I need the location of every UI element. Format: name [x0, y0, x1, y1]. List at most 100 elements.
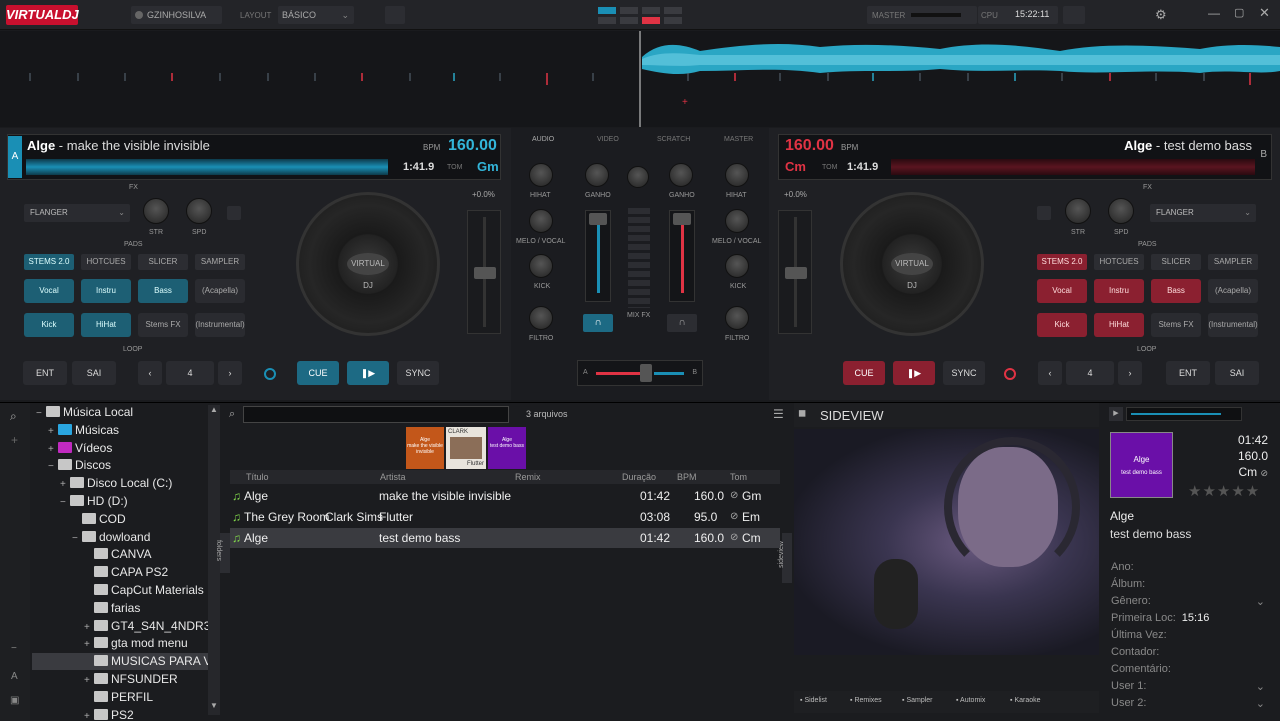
- deck-b-pitch-slider[interactable]: [778, 210, 812, 334]
- info-field[interactable]: User 1: ⌄: [1111, 680, 1271, 693]
- tree-item[interactable]: − Música Local: [36, 404, 133, 421]
- info-field[interactable]: Primeira Loc: 15:16: [1111, 612, 1271, 624]
- sideview-tab-sampler[interactable]: ▪ Sampler: [902, 697, 933, 704]
- folders-tab[interactable]: folders: [215, 533, 230, 573]
- deck-b-tab-sampler[interactable]: SAMPLER: [1208, 254, 1258, 270]
- tree-scroll-down-icon[interactable]: ▼: [210, 701, 218, 710]
- deck-a-tab-slicer[interactable]: SLICER: [138, 254, 188, 270]
- deck-a-pad-7[interactable]: Stems FX: [138, 313, 188, 337]
- tree-item[interactable]: MUSICAS PARA VIDEO: [32, 653, 220, 671]
- deck-b-letter[interactable]: B: [1260, 149, 1267, 160]
- table-row[interactable]: ♫ The Grey Room Clark Sims Flutter 03:08 95.0…: [230, 507, 780, 527]
- deck-a-pad-1[interactable]: Vocal: [24, 279, 74, 303]
- collapse-icon[interactable]: −: [11, 643, 17, 654]
- sideview-tab-remixes[interactable]: ▪ Remixes: [850, 697, 882, 704]
- mixer-b-filter-knob[interactable]: [725, 306, 749, 330]
- deck-a-play-button[interactable]: ❚▶: [347, 361, 389, 385]
- sideview-tab-karaoke[interactable]: ▪ Karaoke: [1010, 697, 1041, 704]
- tree-item[interactable]: + GT4_S4N_4NDR34S: [84, 618, 220, 635]
- master-volume[interactable]: MASTER: [867, 6, 977, 24]
- tree-expand-icon[interactable]: +: [84, 619, 94, 636]
- video-preview[interactable]: [794, 429, 1099, 655]
- tree-item[interactable]: + gta mod menu: [84, 635, 188, 652]
- mixer-a-fader-handle[interactable]: [589, 213, 607, 225]
- layout-switch-8[interactable]: [664, 17, 682, 24]
- deck-a-letter[interactable]: A: [8, 136, 22, 178]
- deck-b-pad-1[interactable]: Vocal: [1037, 279, 1087, 303]
- deck-a-sync-button[interactable]: SYNC: [397, 361, 439, 385]
- col-duration[interactable]: Duração: [622, 472, 656, 482]
- maximize-icon[interactable]: ▢: [1234, 6, 1244, 19]
- mixer-b-fader-handle[interactable]: [673, 213, 691, 225]
- table-row[interactable]: ♫ Alge make the visible invisible 01:42 160.…: [230, 486, 780, 506]
- info-field[interactable]: User 2: ⌄: [1111, 697, 1271, 710]
- user-account[interactable]: GZINHOSILVA: [131, 6, 222, 24]
- deck-b-pad-2[interactable]: Instru: [1094, 279, 1144, 303]
- deck-b-tab-stems[interactable]: STEMS 2.0: [1037, 254, 1087, 270]
- cover-2[interactable]: CLARK Flutter: [446, 427, 486, 469]
- mixer-b-gain-knob[interactable]: [669, 163, 693, 187]
- deck-a-fx-settings-icon[interactable]: [227, 206, 241, 220]
- deck-b-jogwheel[interactable]: VIRTUAL DJ: [840, 192, 984, 336]
- info-field[interactable]: Contador:: [1111, 646, 1271, 658]
- deck-b-tab-slicer[interactable]: SLICER: [1151, 254, 1201, 270]
- mixer-tab-video[interactable]: VIDEO: [597, 136, 619, 143]
- deck-b-pad-5[interactable]: Kick: [1037, 313, 1087, 337]
- mixer-b-melo-knob[interactable]: [725, 209, 749, 233]
- tree-item[interactable]: PERFIL: [84, 689, 153, 706]
- tree-item[interactable]: + NFSUNDER: [84, 671, 178, 688]
- info-waveform[interactable]: [1126, 407, 1242, 421]
- mixer-b-headphones-icon[interactable]: ∩: [667, 314, 697, 332]
- mixer-b-hihat-knob[interactable]: [725, 163, 749, 187]
- deck-a-loop-next[interactable]: ›: [218, 361, 242, 385]
- tree-item[interactable]: − dowloand: [72, 529, 150, 546]
- layout-switch-7[interactable]: [642, 17, 660, 24]
- crossfader[interactable]: A B: [577, 360, 703, 386]
- col-remix[interactable]: Remix: [515, 472, 541, 482]
- col-bpm[interactable]: BPM: [677, 472, 697, 482]
- deck-b-tab-hotcues[interactable]: HOTCUES: [1094, 254, 1144, 270]
- tree-expand-icon[interactable]: −: [72, 530, 82, 547]
- layout-switch-3[interactable]: [642, 7, 660, 14]
- table-row[interactable]: ♫ Alge test demo bass 01:42 160.0 ⊘ Cm: [230, 528, 780, 548]
- tree-item[interactable]: farias: [84, 600, 140, 617]
- col-key[interactable]: Tom: [730, 472, 747, 482]
- deck-a-fx-select[interactable]: FLANGER ⌄: [24, 204, 130, 222]
- deck-b-pad-7[interactable]: Stems FX: [1151, 313, 1201, 337]
- deck-b-loop-next[interactable]: ›: [1118, 361, 1142, 385]
- mixer-a-hihat-knob[interactable]: [529, 163, 553, 187]
- deck-a-pad-4[interactable]: (Acapella): [195, 279, 245, 303]
- deck-b-loop-size[interactable]: 4: [1066, 361, 1114, 385]
- layout-switch-2[interactable]: [620, 7, 638, 14]
- tree-expand-icon[interactable]: −: [60, 494, 70, 511]
- deck-a-sai-button[interactable]: SAI: [72, 361, 116, 385]
- deck-b-fx-settings-icon[interactable]: [1037, 206, 1051, 220]
- deck-b-spd-knob[interactable]: [1108, 198, 1134, 224]
- col-title[interactable]: Título: [246, 472, 269, 482]
- font-size-icon[interactable]: A: [11, 671, 18, 682]
- deck-b-pad-3[interactable]: Bass: [1151, 279, 1201, 303]
- layout-switch-5[interactable]: [598, 17, 616, 24]
- tree-expand-icon[interactable]: +: [48, 441, 58, 458]
- deck-b-str-knob[interactable]: [1065, 198, 1091, 224]
- deck-a-loop-prev[interactable]: ‹: [138, 361, 162, 385]
- mixer-master-knob[interactable]: [627, 166, 649, 188]
- deck-a-pad-6[interactable]: HiHat: [81, 313, 131, 337]
- deck-b-cue-button[interactable]: CUE: [843, 361, 885, 385]
- deck-a-pitch-slider[interactable]: [467, 210, 501, 334]
- deck-b-loop-prev[interactable]: ‹: [1038, 361, 1062, 385]
- minimize-icon[interactable]: —: [1208, 6, 1220, 20]
- col-artist[interactable]: Artista: [380, 472, 406, 482]
- mixer-a-filter-knob[interactable]: [529, 306, 553, 330]
- layout-icon[interactable]: ▣: [10, 695, 19, 706]
- deck-a-key[interactable]: Gm: [477, 159, 499, 174]
- tree-item[interactable]: + PS2: [84, 707, 134, 721]
- deck-a-pad-8[interactable]: (Instrumental): [195, 313, 245, 337]
- deck-b-pad-6[interactable]: HiHat: [1094, 313, 1144, 337]
- info-play-icon[interactable]: ▶: [1109, 407, 1123, 421]
- deck-b-pad-4[interactable]: (Acapella): [1208, 279, 1258, 303]
- deck-a-str-knob[interactable]: [143, 198, 169, 224]
- tree-item[interactable]: − HD (D:): [60, 493, 128, 510]
- deck-b-mini-waveform[interactable]: [891, 159, 1255, 175]
- mixer-tab-scratch[interactable]: SCRATCH: [657, 136, 690, 143]
